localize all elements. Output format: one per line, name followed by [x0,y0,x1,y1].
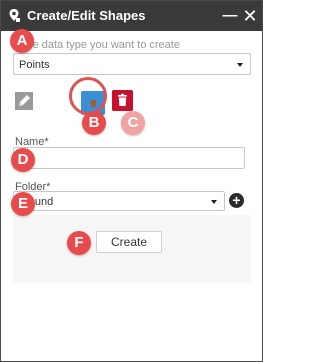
minimize-button[interactable]: — [221,6,239,26]
add-folder-button[interactable]: + [229,193,244,208]
create-edit-shapes-window: Create/Edit Shapes — ✕ S the data type y… [0,0,263,362]
chevron-down-icon [211,200,217,204]
datatype-select[interactable]: Points [13,53,251,75]
trash-icon[interactable] [112,90,133,111]
callout-marker-d: D [11,148,35,172]
callout-marker-a: A [10,29,34,53]
datatype-selected-value: Points [19,59,50,71]
callout-marker-c: C [121,111,145,135]
map-pin-icon [9,9,20,22]
chevron-down-icon [237,63,243,67]
create-button[interactable]: Create [96,231,162,253]
datatype-prompt: S the data type you want to create [13,39,180,51]
name-input[interactable] [13,147,245,169]
edit-shape-icon[interactable] [14,91,34,111]
callout-marker-f: F [67,231,91,255]
close-button[interactable]: ✕ [241,6,259,26]
draw-point-icon [91,100,96,107]
callout-marker-e: E [11,192,35,216]
title-bar[interactable]: Create/Edit Shapes — ✕ [1,1,262,31]
datatype-prompt-rest: the data type you want to create [20,39,180,51]
window-title: Create/Edit Shapes [27,8,146,23]
callout-marker-b: B [82,111,106,135]
folder-select[interactable]: ground [13,191,225,211]
